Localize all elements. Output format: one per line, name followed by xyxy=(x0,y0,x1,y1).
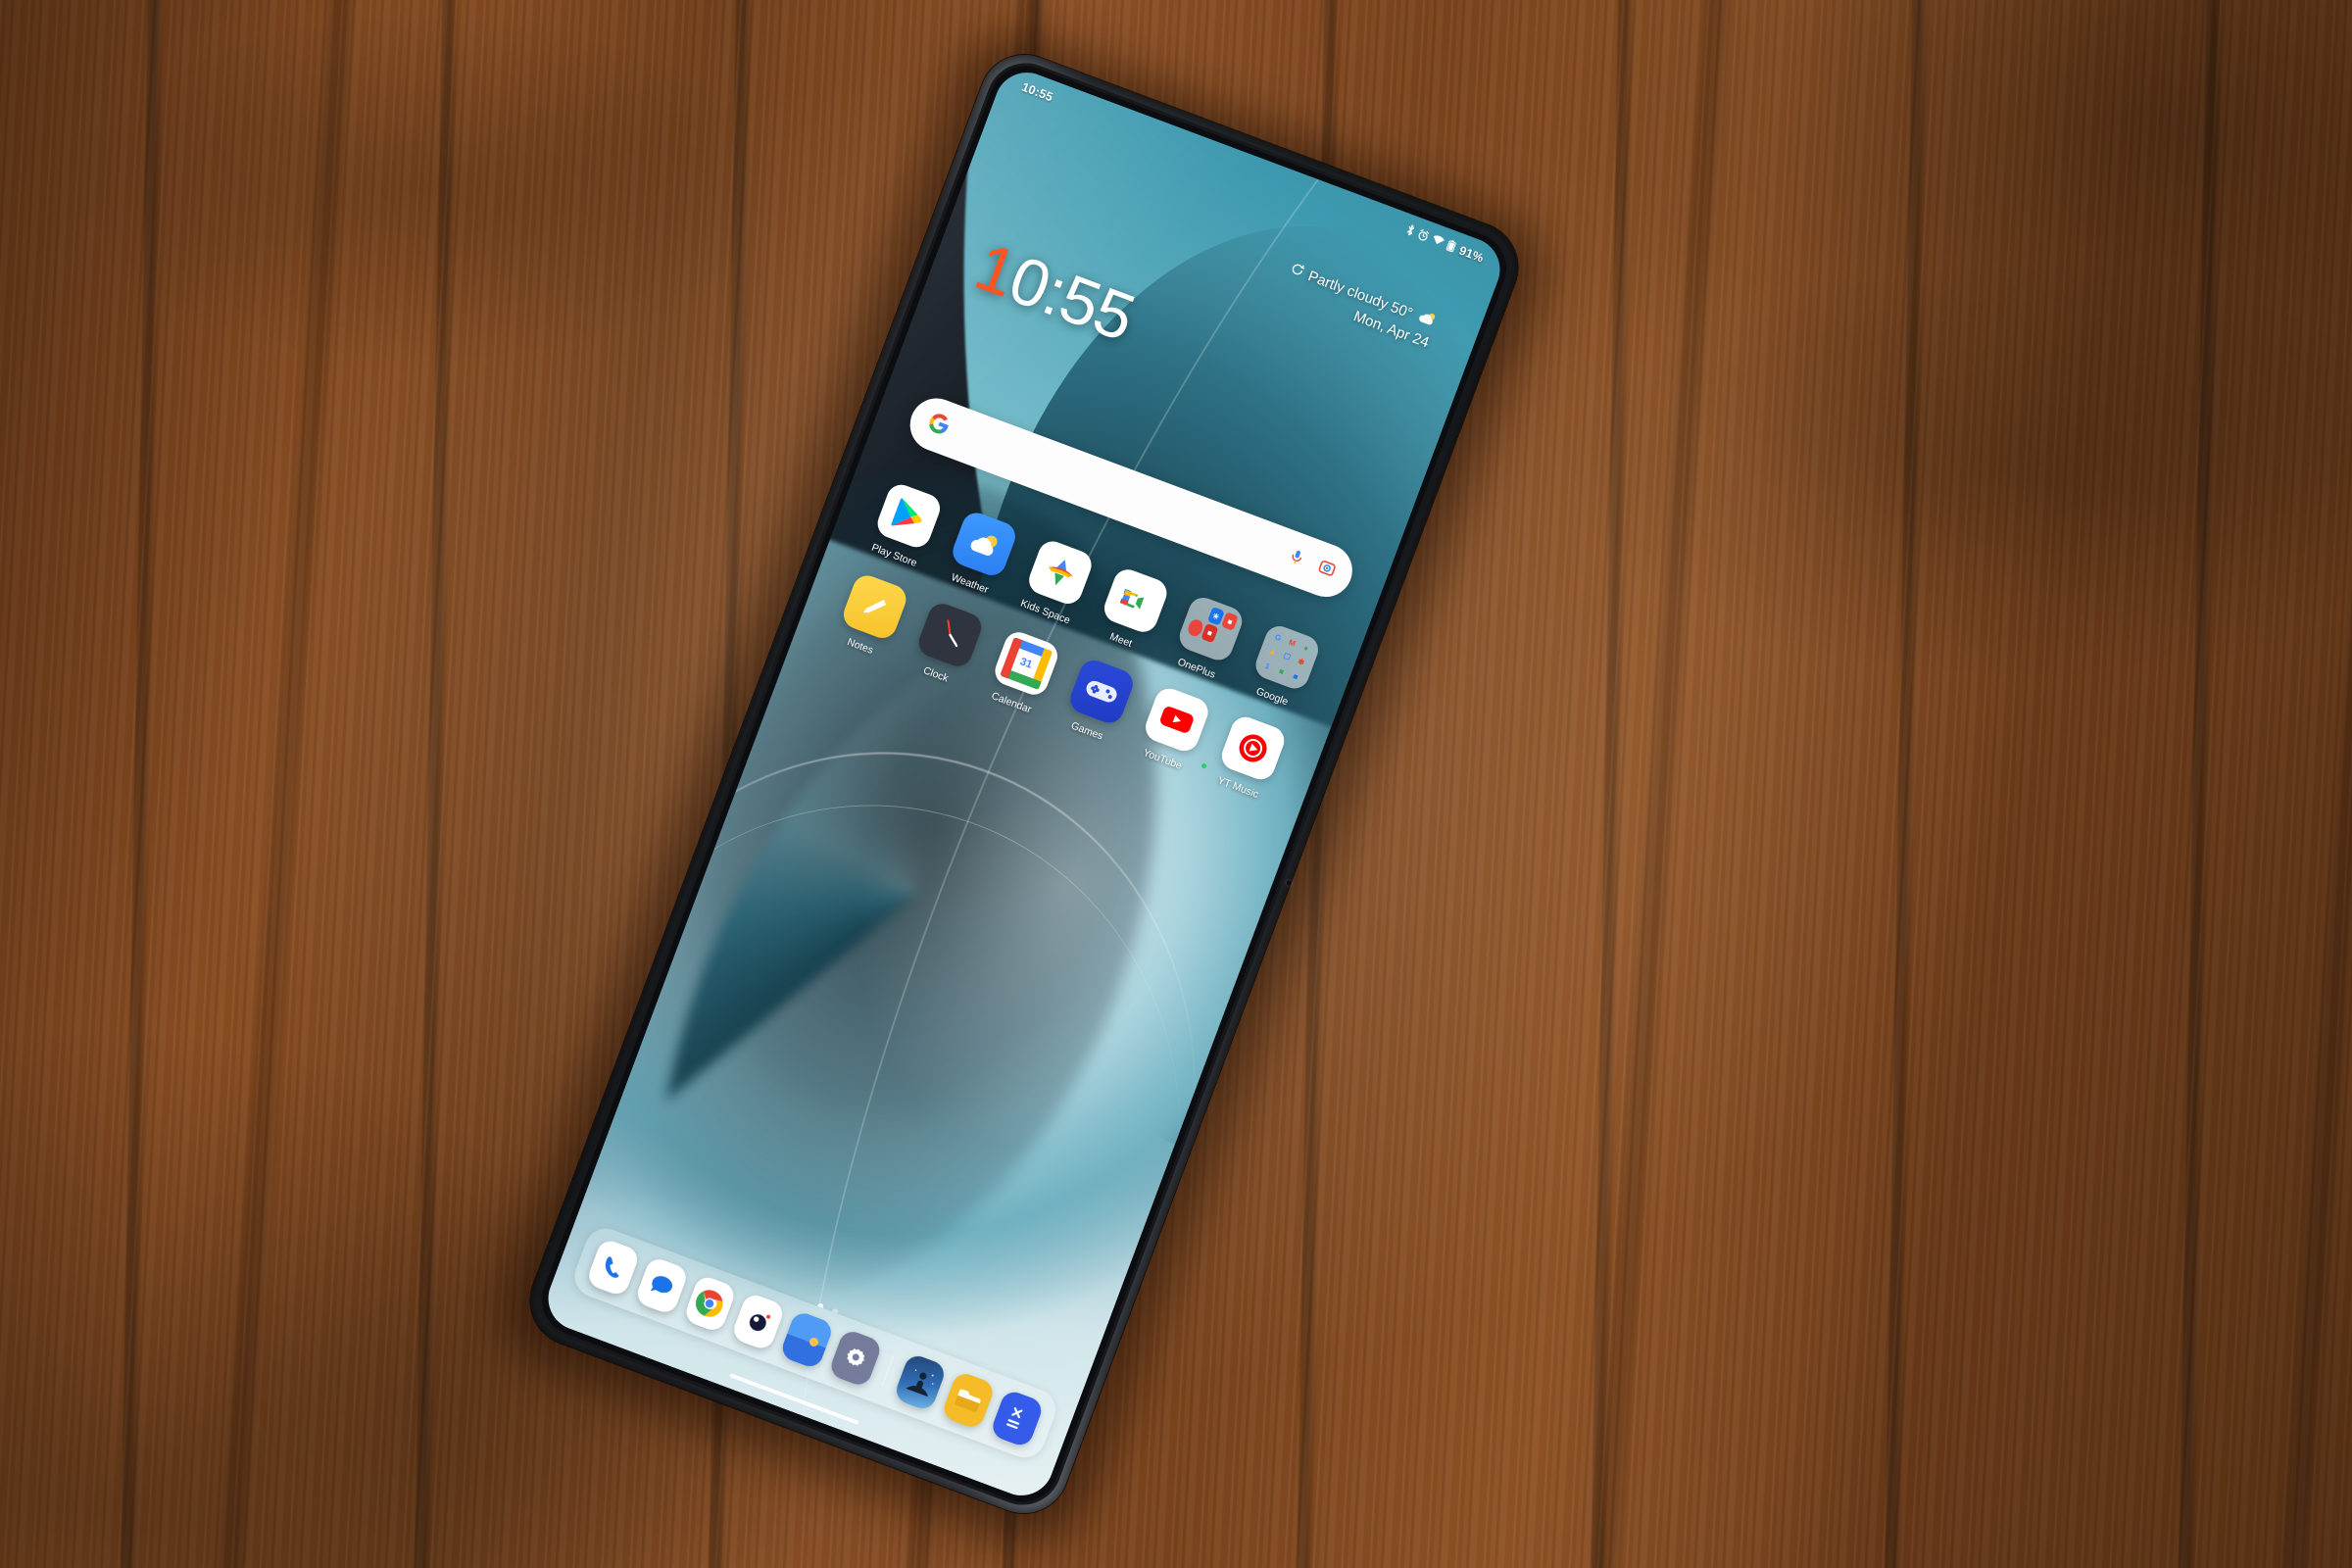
play-store-icon xyxy=(873,480,945,552)
zen-mode-icon[interactable] xyxy=(892,1351,949,1413)
search-bar-actions xyxy=(1285,546,1339,583)
messages-icon[interactable] xyxy=(633,1255,690,1316)
app-label: Calendar xyxy=(989,690,1034,716)
youtube-icon xyxy=(1142,684,1213,756)
wifi-icon xyxy=(1430,233,1446,251)
clock-widget[interactable]: 10:55 xyxy=(966,229,1144,356)
dock-divider xyxy=(881,1354,895,1387)
refresh-icon[interactable] xyxy=(1289,262,1306,281)
app-label: YT Music xyxy=(1215,774,1260,801)
files-folder-icon[interactable] xyxy=(941,1370,997,1431)
microphone-icon[interactable] xyxy=(1285,546,1308,572)
google-lens-icon[interactable] xyxy=(1314,558,1338,584)
app-label: Meet xyxy=(1107,630,1134,651)
app-label: Clock xyxy=(921,664,951,685)
calculator-icon[interactable] xyxy=(989,1388,1046,1449)
partly-cloudy-icon xyxy=(1414,308,1439,332)
bluetooth-icon xyxy=(1403,222,1417,240)
clock-icon xyxy=(914,600,986,671)
youtube-music-icon xyxy=(1217,712,1289,784)
kids-space-icon xyxy=(1024,537,1096,609)
battery-icon xyxy=(1446,239,1458,256)
oneplus-folder-icon: ☀ ■ ■ xyxy=(1175,593,1247,664)
google-folder-icon: G M ● ▲ ☐ ✱ 1 ■ ■ xyxy=(1251,621,1323,693)
camera-icon[interactable] xyxy=(730,1292,787,1352)
app-label: Weather xyxy=(949,571,991,597)
chrome-icon[interactable] xyxy=(682,1273,738,1335)
app-label: Notes xyxy=(845,636,875,657)
google-g-icon xyxy=(924,410,954,442)
battery-percent-label: 91% xyxy=(1456,243,1486,266)
games-icon xyxy=(1066,656,1138,727)
settings-gear-icon[interactable] xyxy=(827,1328,884,1389)
app-label: Games xyxy=(1069,719,1105,743)
phone-icon[interactable] xyxy=(585,1237,641,1298)
weather-icon xyxy=(949,509,1020,580)
calendar-icon: 31 xyxy=(991,627,1062,699)
status-bar-clock: 10:55 xyxy=(1019,79,1055,105)
folder-label: Google xyxy=(1254,685,1290,709)
google-meet-icon xyxy=(1100,564,1171,637)
photos-icon[interactable] xyxy=(779,1309,835,1371)
alarm-icon xyxy=(1416,227,1432,245)
notes-icon xyxy=(839,571,910,643)
status-bar-indicators: 91% xyxy=(1403,222,1486,266)
notification-dot xyxy=(1200,762,1207,769)
app-label: YouTube xyxy=(1141,747,1184,772)
weather-widget[interactable]: Partly cloudy 50° Mon, Apr 24 xyxy=(1281,261,1440,351)
folder-label: OnePlus xyxy=(1175,656,1217,681)
clock-rest: 0:55 xyxy=(1000,241,1144,356)
